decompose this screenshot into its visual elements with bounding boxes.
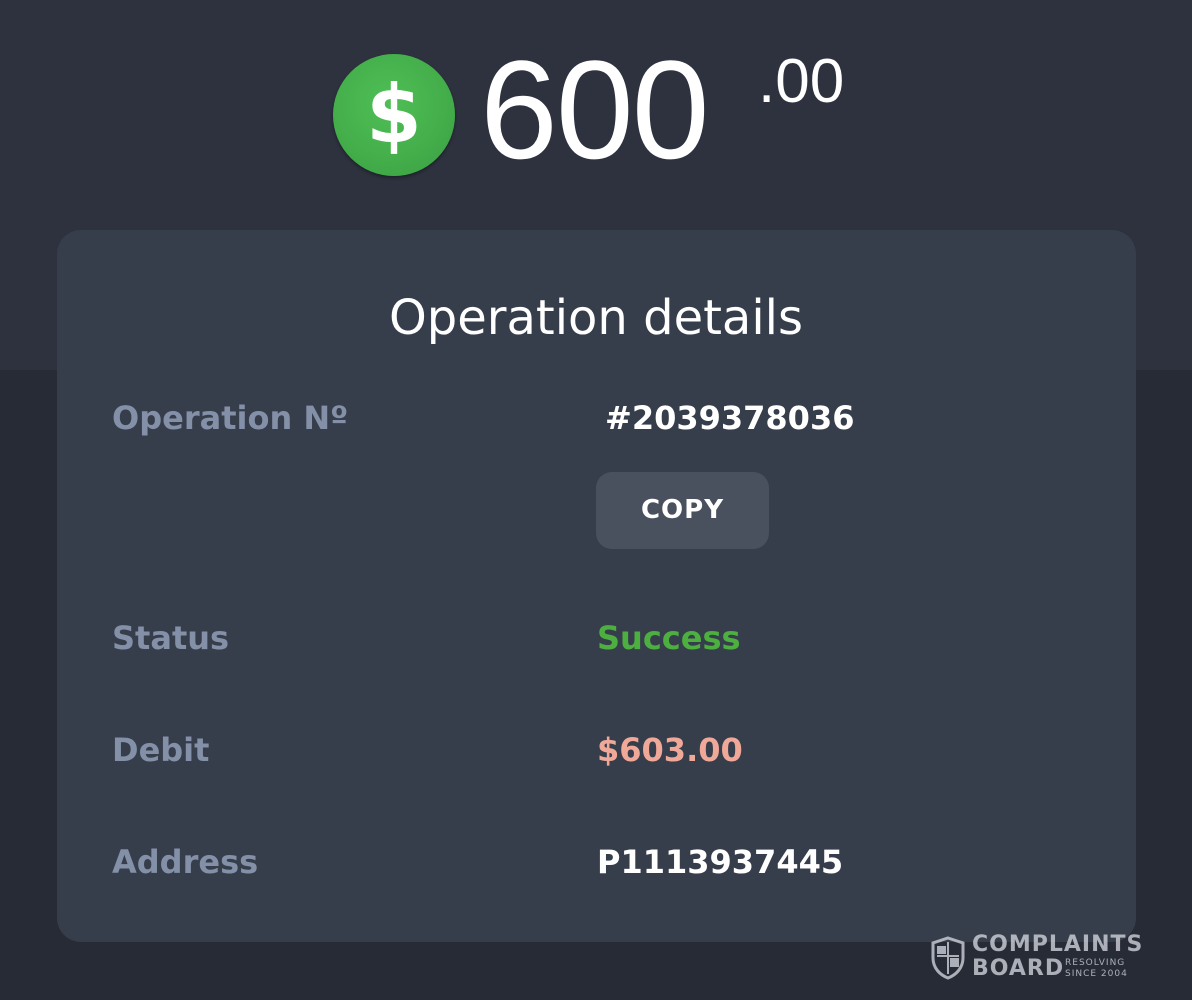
copy-button[interactable]: COPY	[596, 472, 769, 549]
status-value: Success	[597, 619, 741, 657]
dollar-coin-icon: $	[333, 54, 455, 176]
watermark-sub: RESOLVING SINCE 2004	[1065, 958, 1155, 980]
operation-number-label: Operation Nº	[112, 399, 349, 437]
watermark-line1: COMPLAINTS	[972, 932, 1144, 957]
address-label: Address	[112, 843, 259, 881]
card-title: Operation details	[388, 290, 804, 346]
amount-cents: .00	[758, 47, 845, 116]
watermark-sub2: SINCE 2004	[1065, 969, 1128, 979]
status-label: Status	[112, 619, 230, 657]
address-value: P1113937445	[597, 843, 844, 881]
debit-value: $603.00	[597, 731, 743, 769]
shield-icon	[931, 936, 965, 980]
amount-whole: 600	[480, 31, 710, 188]
currency-symbol: $	[366, 68, 422, 161]
complaintsboard-watermark: COMPLAINTS BOARD RESOLVING SINCE 2004	[930, 932, 1150, 982]
watermark-sub1: RESOLVING	[1065, 958, 1126, 968]
debit-label: Debit	[112, 731, 210, 769]
amount-header: $ 600 .00	[0, 0, 1192, 230]
operation-number-value: #2039378036	[605, 399, 855, 437]
watermark-line2: BOARD	[972, 956, 1065, 981]
